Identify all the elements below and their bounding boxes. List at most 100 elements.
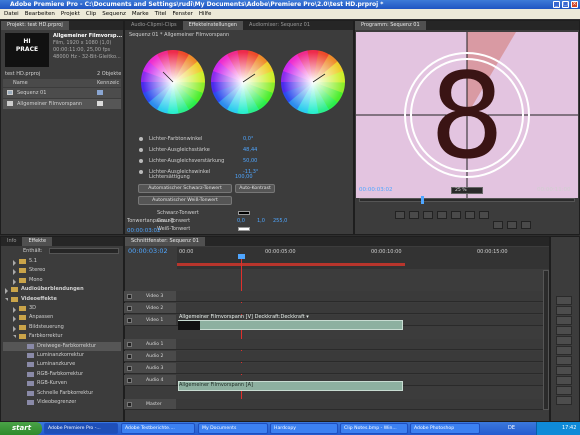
- taskbar-item[interactable]: Adobe Premiere Pro -...: [44, 423, 118, 434]
- auto-contrast-button[interactable]: Auto-Kontrast: [235, 184, 275, 193]
- project-item-sequence[interactable]: Sequenz 01: [17, 89, 46, 97]
- stopwatch-icon[interactable]: [139, 148, 143, 152]
- step-forward-icon[interactable]: [451, 211, 461, 219]
- param-value[interactable]: 0,0°: [243, 135, 253, 143]
- hand-icon[interactable]: [556, 386, 572, 395]
- program-playhead[interactable]: [421, 196, 424, 204]
- close-icon[interactable]: ×: [571, 1, 578, 8]
- black-swatch[interactable]: [238, 211, 250, 215]
- expand-closed-icon[interactable]: [13, 260, 16, 266]
- extract-icon[interactable]: [507, 221, 517, 229]
- program-timecode[interactable]: 00:00:03:02: [359, 186, 393, 194]
- taskbar-item[interactable]: Clip Notes.bmp - Win...: [340, 423, 408, 434]
- expand-closed-icon[interactable]: [13, 316, 16, 323]
- menu-item-1[interactable]: Bearbeiten: [25, 11, 55, 17]
- effect-timecode[interactable]: 00:00:03:02: [127, 227, 161, 235]
- speaker-icon[interactable]: [127, 354, 132, 359]
- tab-timeline[interactable]: Schnittfenster: Sequenz 01: [125, 237, 205, 246]
- maximize-icon[interactable]: □: [562, 1, 569, 8]
- lang-indicator[interactable]: DE: [508, 424, 515, 432]
- tab-effect-1[interactable]: Effekteinstellungen: [182, 21, 244, 30]
- lift-icon[interactable]: [493, 221, 503, 229]
- program-scrubber[interactable]: [359, 198, 575, 202]
- rolling-edit-icon[interactable]: [556, 326, 572, 335]
- menu-item-4[interactable]: Sequenz: [102, 11, 126, 17]
- track-lane[interactable]: [176, 291, 543, 302]
- effect-list-item[interactable]: Mono: [29, 276, 43, 284]
- param-value[interactable]: 48,44: [243, 146, 257, 154]
- pen-icon[interactable]: [556, 376, 572, 385]
- menu-item-5[interactable]: Marke: [132, 11, 149, 17]
- loop-icon[interactable]: [465, 211, 475, 219]
- ripple-edit-icon[interactable]: [556, 316, 572, 325]
- menu-item-0[interactable]: Datei: [4, 11, 19, 17]
- menu-item-3[interactable]: Clip: [86, 11, 96, 17]
- color-wheels[interactable]: [139, 46, 349, 118]
- export-frame-icon[interactable]: [521, 221, 531, 229]
- track-lane[interactable]: [176, 339, 543, 350]
- stopwatch-icon[interactable]: [139, 159, 143, 163]
- auto-black-button[interactable]: Automatischer Schwarz-Tonwert: [138, 184, 232, 193]
- video-clip[interactable]: [178, 320, 403, 330]
- mark-out-icon[interactable]: [409, 211, 419, 219]
- work-area-bar[interactable]: [177, 263, 405, 266]
- menu-item-8[interactable]: Hilfe: [199, 11, 212, 17]
- tab-effects-1[interactable]: Effekte: [22, 237, 53, 246]
- timeline-scrollbar[interactable]: [543, 270, 549, 410]
- speaker-icon[interactable]: [127, 342, 132, 347]
- tab-effects-0[interactable]: Info: [1, 237, 22, 246]
- col-label[interactable]: Kennzeic: [97, 79, 119, 87]
- expand-open-icon[interactable]: [13, 335, 16, 339]
- razor-icon[interactable]: [556, 346, 572, 355]
- minimize-icon[interactable]: _: [553, 1, 560, 8]
- effect-list-item[interactable]: Bildsteuerung: [29, 323, 64, 331]
- tonal-value-1[interactable]: 0,0: [237, 217, 245, 225]
- tab-project[interactable]: Projekt: test HD.prproj: [1, 21, 69, 30]
- slip-icon[interactable]: [556, 356, 572, 365]
- effect-list-item[interactable]: Dreiwege-Farbkorrektur: [37, 342, 96, 350]
- tab-effect-2[interactable]: Audiomixer: Sequenz 01: [243, 21, 316, 30]
- expand-closed-icon[interactable]: [5, 288, 8, 295]
- tab-program[interactable]: Programm: Sequenz 01: [355, 21, 426, 30]
- effect-list-item[interactable]: Videoeffekte: [21, 295, 57, 303]
- track-lane[interactable]: [176, 363, 543, 374]
- tab-effect-0[interactable]: Audio-Clipmi-Clips: [125, 21, 183, 30]
- effect-list-item[interactable]: Videobegrenzer: [37, 398, 76, 406]
- mark-in-icon[interactable]: [395, 211, 405, 219]
- track-select-icon[interactable]: [556, 306, 572, 315]
- stopwatch-icon[interactable]: [139, 137, 143, 141]
- taskbar-item[interactable]: Hardcopy: [270, 423, 338, 434]
- effect-list-item[interactable]: RGB-Kurven: [37, 379, 67, 387]
- menu-item-2[interactable]: Projekt: [61, 11, 80, 17]
- taskbar-item[interactable]: Adobe Testberichte....: [121, 423, 195, 434]
- col-name[interactable]: Name: [13, 79, 28, 87]
- zoom-select[interactable]: 25 %: [451, 187, 483, 194]
- effect-list-item[interactable]: 5.1: [29, 257, 37, 265]
- eye-icon[interactable]: [127, 306, 132, 311]
- expand-closed-icon[interactable]: [13, 278, 16, 285]
- play-icon[interactable]: [437, 211, 447, 219]
- effect-list-item[interactable]: Luminanzkorrektur: [37, 351, 84, 359]
- menu-item-7[interactable]: Fenster: [172, 11, 192, 17]
- playhead-handle[interactable]: [238, 254, 245, 259]
- selection-tool-icon[interactable]: [556, 296, 572, 305]
- track-lane[interactable]: [176, 399, 543, 410]
- white-swatch[interactable]: [238, 227, 250, 231]
- effect-list-item[interactable]: 3D: [29, 304, 36, 312]
- eye-icon[interactable]: [127, 318, 132, 323]
- timeline-timecode[interactable]: 00:00:03:02: [128, 247, 168, 257]
- effect-list-item[interactable]: Schnelle Farbkorrektur: [37, 389, 93, 397]
- slide-icon[interactable]: [556, 366, 572, 375]
- expand-closed-icon[interactable]: [13, 269, 16, 276]
- tonal-value-3[interactable]: 255,0: [273, 217, 287, 225]
- effect-list-item[interactable]: RGB-Farbkorrektur: [37, 370, 83, 378]
- effect-list-item[interactable]: Luminanzkurve: [37, 360, 75, 368]
- tonal-value-2[interactable]: 1,0: [257, 217, 265, 225]
- speaker-icon[interactable]: [127, 366, 132, 371]
- effect-list-item[interactable]: Farbkorrektur: [29, 332, 63, 340]
- step-back-icon[interactable]: [423, 211, 433, 219]
- project-item-clip[interactable]: Allgemeiner Filmvorspann: [17, 100, 82, 108]
- start-button[interactable]: start: [0, 422, 42, 435]
- speaker-icon[interactable]: [127, 402, 132, 407]
- menu-item-6[interactable]: Titel: [155, 11, 167, 17]
